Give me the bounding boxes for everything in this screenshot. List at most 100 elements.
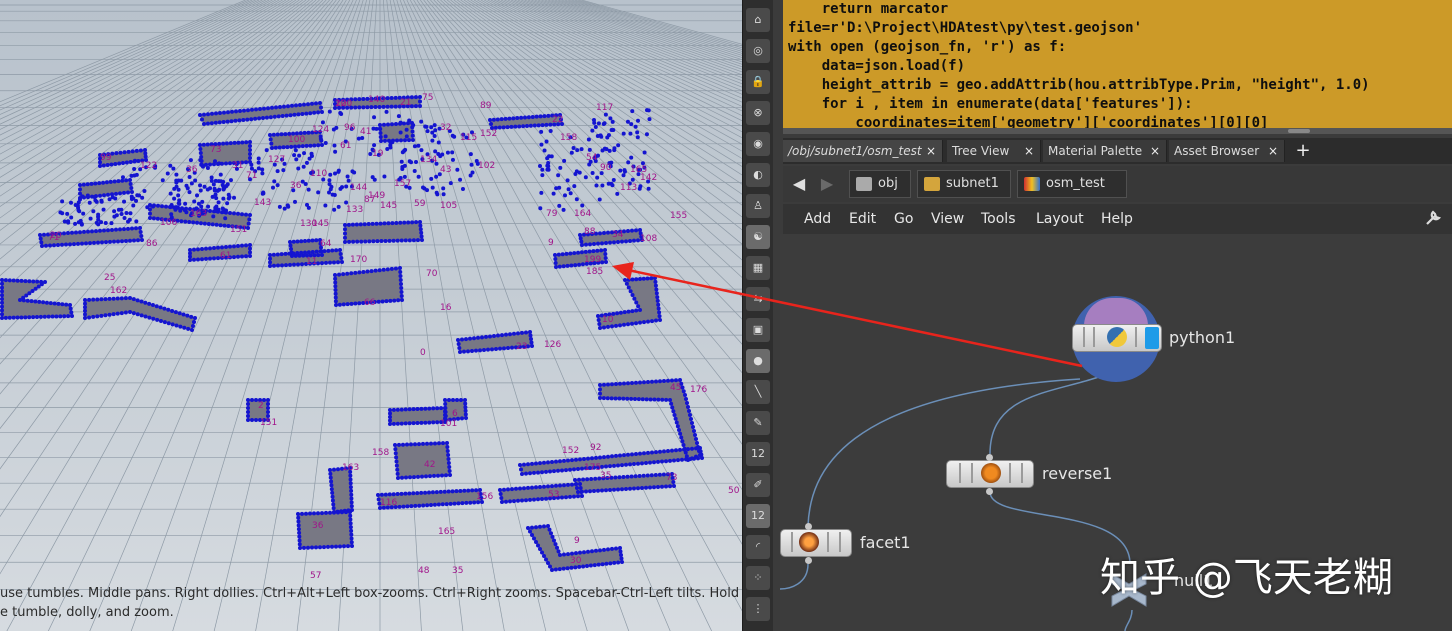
back-arrow-icon[interactable]: ◀ (789, 173, 809, 195)
point-icon[interactable]: ● (746, 349, 770, 373)
output-port[interactable] (805, 557, 812, 564)
output-port[interactable] (986, 488, 993, 495)
breadcrumb-subnet1[interactable]: subnet1 (917, 170, 1011, 198)
facet-node[interactable] (780, 529, 852, 557)
python-node[interactable] (1072, 324, 1162, 352)
point-marker (504, 332, 508, 337)
point-marker (400, 298, 404, 302)
point-marker (206, 222, 211, 226)
point-marker (129, 173, 134, 178)
point-marker (168, 191, 173, 196)
tab-label: /obj/subnet1/osm_test (788, 144, 922, 158)
code-scrollbar[interactable] (783, 128, 1452, 134)
point-marker (398, 266, 402, 270)
point-marker (436, 140, 441, 145)
lock-icon[interactable]: 🔒 (746, 70, 770, 94)
point-marker (312, 511, 316, 516)
tab-material-palette[interactable]: Material Palette × (1043, 140, 1167, 162)
paint-icon[interactable]: ✐ (746, 473, 770, 497)
point-marker (396, 114, 401, 119)
tab-asset-browser[interactable]: Asset Browser × (1169, 140, 1285, 162)
menu-add[interactable]: Add (804, 204, 831, 234)
view-icon[interactable]: ◎ (746, 39, 770, 63)
point-marker (116, 207, 121, 212)
light-icon[interactable]: ◐ (746, 163, 770, 187)
point-marker (604, 488, 608, 493)
grid-icon[interactable]: ⁘ (746, 566, 770, 590)
point-marker (617, 396, 622, 401)
point-marker (0, 297, 4, 301)
point-marker (490, 347, 494, 352)
display-flag[interactable] (1145, 327, 1159, 349)
point-marker (119, 311, 124, 316)
input-port[interactable] (986, 454, 993, 461)
point-marker (112, 209, 117, 214)
input-port[interactable] (805, 523, 812, 530)
point-marker (15, 278, 20, 283)
point-marker (442, 489, 447, 494)
close-icon[interactable]: × (926, 140, 936, 162)
tab-network-path[interactable]: /obj/subnet1/osm_test × (783, 140, 943, 162)
breadcrumb-osm-test[interactable]: osm_test (1017, 170, 1127, 198)
menu-layout[interactable]: Layout (1036, 204, 1084, 234)
point-number-label: 110 (310, 169, 327, 179)
point-marker (603, 248, 607, 252)
brush-icon[interactable]: ✎ (746, 411, 770, 435)
render-icon[interactable]: ◉ (746, 132, 770, 156)
tab-tree-view[interactable]: Tree View × (947, 140, 1041, 162)
menu-edit[interactable]: Edit (849, 204, 876, 234)
label-icon[interactable]: 12 (746, 504, 770, 528)
scene-viewport[interactable]: 120 140 21 75 89 22 73 100 124 96 41 32 115 152 99 122 3… (0, 0, 742, 631)
point-marker (618, 323, 622, 328)
add-tab-button[interactable]: + (1293, 138, 1313, 164)
viewport-scene[interactable]: 120 140 21 75892273100124 96 41 32115 15299122 3… (0, 0, 742, 631)
menu-view[interactable]: View (931, 204, 964, 234)
display-icon[interactable]: ▣ (746, 318, 770, 342)
point-marker (272, 263, 276, 268)
more-icon[interactable]: ⋮ (746, 597, 770, 621)
point-marker (118, 191, 122, 196)
point-marker (147, 315, 152, 320)
point-marker (186, 326, 191, 331)
snap-icon[interactable]: ⊗ (746, 101, 770, 125)
close-icon[interactable]: × (1024, 140, 1034, 162)
flip-icon[interactable]: ⇆ (746, 287, 770, 311)
python-code-editor[interactable]: return marcator file=r'D:\Project\HDAtest… (783, 0, 1452, 128)
camera-icon[interactable]: ♙ (746, 194, 770, 218)
point-marker (628, 486, 632, 491)
select-icon[interactable]: ⌂ (746, 8, 770, 32)
menu-tools[interactable]: Tools (981, 204, 1016, 234)
close-icon[interactable]: × (1150, 140, 1160, 162)
menu-go[interactable]: Go (894, 204, 913, 234)
point-marker (598, 548, 602, 553)
point-marker (534, 540, 538, 544)
breadcrumb-obj[interactable]: obj (849, 170, 911, 198)
wrench-icon[interactable] (1422, 207, 1446, 231)
menu-help[interactable]: Help (1101, 204, 1133, 234)
point-marker (427, 420, 432, 425)
number-icon[interactable]: 12 (746, 442, 770, 466)
point-marker (349, 528, 354, 533)
point-marker (674, 420, 679, 425)
point-number-label: 152 (480, 129, 497, 139)
point-marker (393, 95, 398, 100)
code-line: file=r'D:\Project\HDAtest\py\test.geojso… (788, 20, 1143, 36)
curve-icon[interactable]: ◜ (746, 535, 770, 559)
point-marker (93, 181, 98, 186)
point-marker (599, 248, 604, 253)
reverse-node[interactable] (946, 460, 1034, 488)
scroll-thumb[interactable] (1288, 129, 1310, 133)
point-marker (657, 314, 662, 319)
point-marker (625, 119, 630, 124)
point-marker (192, 199, 197, 204)
close-icon[interactable]: × (1268, 140, 1278, 162)
checker-icon[interactable]: ▦ (746, 256, 770, 280)
point-marker (516, 498, 520, 503)
point-marker (579, 147, 584, 152)
forward-arrow-icon[interactable]: ▶ (817, 173, 837, 195)
pen-icon[interactable]: ╲ (746, 380, 770, 404)
point-marker (654, 450, 658, 455)
geometry-icon[interactable]: ☯ (746, 225, 770, 249)
point-marker (353, 270, 358, 275)
point-marker (246, 418, 250, 422)
